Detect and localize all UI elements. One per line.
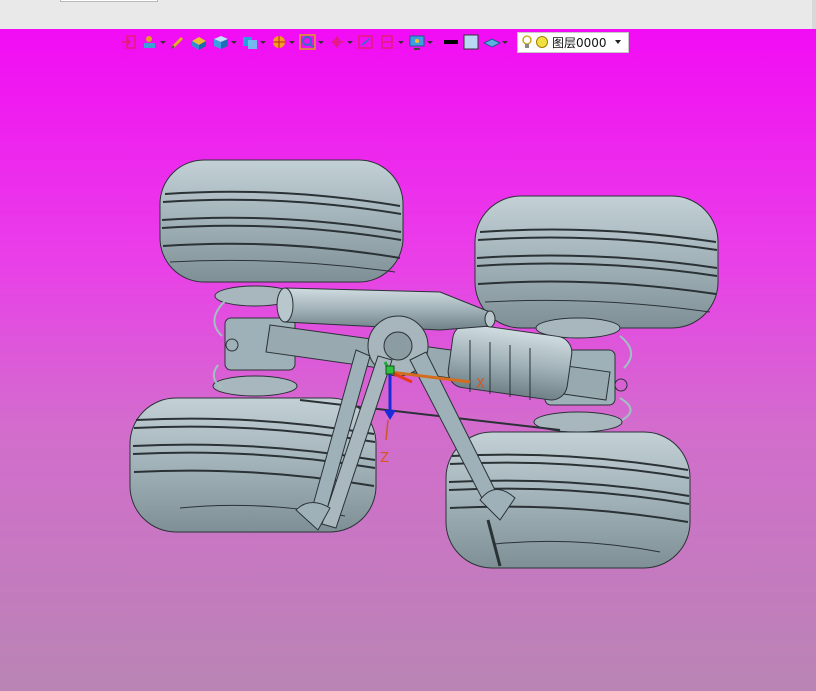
origin-button[interactable] <box>327 32 354 52</box>
chevron-down-icon <box>347 40 353 44</box>
drawing-tool-icon <box>144 36 155 48</box>
zoom-fit-button[interactable] <box>298 32 325 52</box>
layer-dot-icon <box>536 36 548 48</box>
extrude-icon <box>192 37 206 50</box>
top-input-field[interactable] <box>60 0 158 2</box>
bulb-icon <box>522 35 532 48</box>
view-cube-button[interactable] <box>240 32 267 52</box>
sketch-button[interactable] <box>169 32 187 52</box>
render-style-icon <box>273 36 285 48</box>
wcs-button[interactable] <box>356 32 376 52</box>
section-icon <box>381 35 393 49</box>
layer-select[interactable]: 图层0000 <box>517 31 629 53</box>
chevron-down-icon <box>502 40 508 44</box>
exit-icon <box>122 35 136 49</box>
chevron-down-icon <box>231 40 237 44</box>
view-cube-icon <box>243 37 257 49</box>
material-icon <box>483 38 501 48</box>
solid-box-button[interactable] <box>211 32 238 52</box>
chevron-down-icon <box>398 40 404 44</box>
exit-button[interactable] <box>120 32 138 52</box>
material-button[interactable] <box>482 32 509 52</box>
layer-name: 图层0000 <box>552 35 607 50</box>
top-scrollbar[interactable] <box>812 0 816 29</box>
axis-label-x: X <box>476 377 485 392</box>
solid-box-icon <box>214 36 228 49</box>
chevron-down-icon <box>427 40 433 44</box>
color-black-swatch <box>444 40 458 44</box>
chevron-down-icon <box>260 40 266 44</box>
wheel-top-right <box>474 195 719 329</box>
render-style-button[interactable] <box>269 32 296 52</box>
chevron-down-icon <box>160 40 166 44</box>
drawing-tool-button[interactable] <box>140 32 167 52</box>
display-icon <box>409 35 425 50</box>
color-black-button[interactable] <box>442 32 460 52</box>
chevron-down-icon <box>289 40 295 44</box>
chevron-down-icon <box>615 40 621 44</box>
wheel-top-left <box>159 159 404 283</box>
chevron-down-icon <box>318 40 324 44</box>
display-button[interactable] <box>407 32 434 52</box>
wcs-icon <box>358 35 373 49</box>
sketch-icon <box>171 36 184 49</box>
origin-icon <box>331 36 343 48</box>
axis-label-z: Z <box>380 451 389 466</box>
section-button[interactable] <box>378 32 405 52</box>
extrude-button[interactable] <box>189 32 209 52</box>
color-light-button[interactable] <box>462 32 480 52</box>
color-light-swatch <box>463 34 479 50</box>
window-top-strip <box>0 0 816 30</box>
view-toolbar: 图层0000 <box>120 31 629 53</box>
landing-gear-model[interactable]: X Z <box>0 29 816 691</box>
zoom-fit-icon <box>299 34 316 50</box>
